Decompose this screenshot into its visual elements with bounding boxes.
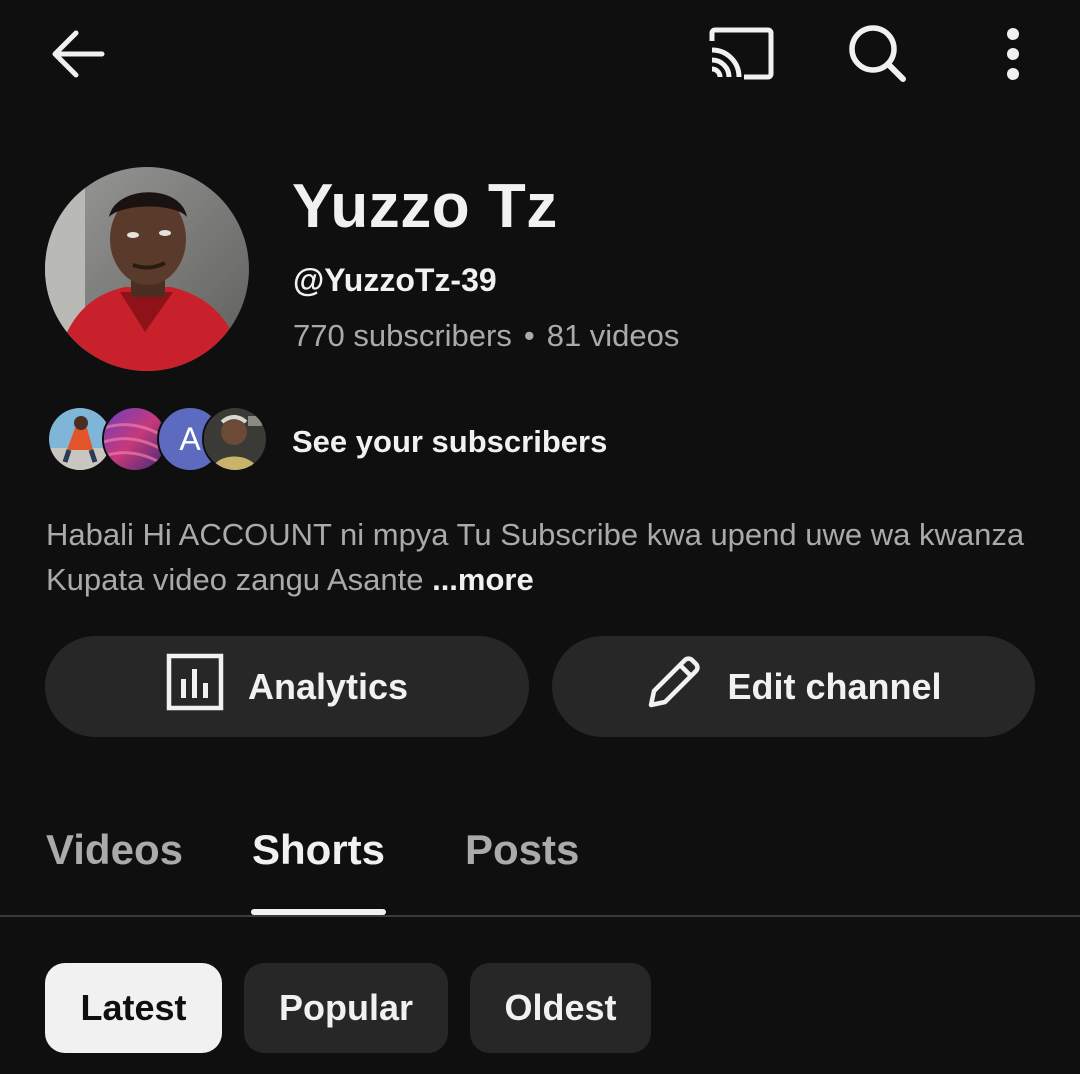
pencil-icon xyxy=(645,653,703,720)
channel-name: Yuzzo Tz xyxy=(292,172,558,241)
tab-posts[interactable]: Posts xyxy=(465,822,579,878)
arrow-left-icon xyxy=(50,29,106,79)
separator-dot: • xyxy=(523,318,535,353)
video-count: 81 videos xyxy=(546,318,680,353)
tabs-divider xyxy=(0,915,1080,917)
tab-videos[interactable]: Videos xyxy=(46,822,183,878)
tab-shorts[interactable]: Shorts xyxy=(252,822,385,878)
back-button[interactable] xyxy=(38,14,118,94)
subscriber-avatar xyxy=(202,406,268,472)
channel-stats: 770 subscribers • 81 videos xyxy=(293,316,679,356)
more-options-button[interactable] xyxy=(973,14,1053,94)
channel-description[interactable]: Habali Hi ACCOUNT ni mpya Tu Subscribe k… xyxy=(46,512,1026,602)
description-text: Habali Hi ACCOUNT ni mpya Tu Subscribe k… xyxy=(46,517,1025,597)
search-button[interactable] xyxy=(838,14,918,94)
channel-handle: @YuzzoTz-39 xyxy=(293,262,497,298)
subscriber-avatars[interactable]: A xyxy=(47,406,268,474)
channel-avatar[interactable] xyxy=(45,167,249,371)
cast-icon xyxy=(708,27,774,81)
edit-channel-label: Edit channel xyxy=(727,665,942,707)
analytics-label: Analytics xyxy=(247,665,409,707)
edit-channel-button[interactable]: Edit channel xyxy=(552,636,1035,737)
chip-latest[interactable]: Latest xyxy=(45,963,222,1053)
see-subscribers-link[interactable]: See your subscribers xyxy=(292,420,607,464)
more-link[interactable]: ...more xyxy=(432,562,534,597)
chip-popular[interactable]: Popular xyxy=(244,963,448,1053)
analytics-button[interactable]: Analytics xyxy=(45,636,529,737)
cast-button[interactable] xyxy=(701,14,781,94)
search-icon xyxy=(848,24,908,84)
chip-oldest[interactable]: Oldest xyxy=(470,963,651,1053)
more-vertical-icon xyxy=(1005,28,1021,80)
subscriber-count: 770 subscribers xyxy=(293,318,512,353)
analytics-icon xyxy=(166,653,224,720)
